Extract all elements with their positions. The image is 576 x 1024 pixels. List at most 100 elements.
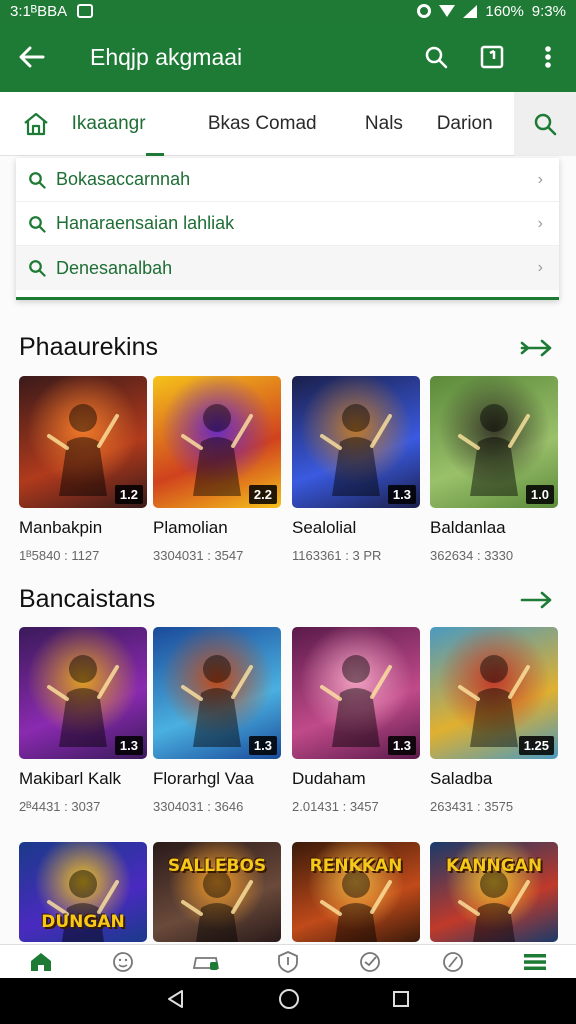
status-time: 3:1ᴮBBA bbox=[10, 2, 68, 20]
nav-shield[interactable] bbox=[268, 947, 308, 977]
section-title: Bancaistans bbox=[19, 585, 156, 613]
game-card[interactable]: 1.0 Baldanlaa 362634 : 3330 bbox=[430, 376, 558, 563]
wifi-icon bbox=[439, 5, 456, 17]
sync-icon bbox=[417, 4, 432, 18]
game-card[interactable]: 1.3 Makibarl Kalk 2ᴮ4431 : 3037 bbox=[19, 627, 147, 814]
suggestion-item[interactable]: Hanaraensaian lahliak › bbox=[16, 202, 559, 246]
game-meta: 2ᴮ4431 : 3037 bbox=[19, 799, 101, 814]
game-art-title: RENKKAN bbox=[309, 856, 403, 876]
suggestion-text: Hanaraensaian lahliak bbox=[56, 213, 235, 233]
game-meta: 362634 : 3330 bbox=[430, 548, 514, 563]
system-home-button[interactable] bbox=[278, 988, 300, 1015]
game-meta: 3304031 : 3547 bbox=[153, 548, 244, 563]
search-suggestions: Bokasaccarnnah › Hanaraensaian lahliak ›… bbox=[16, 158, 559, 300]
game-card[interactable]: RENKKAN bbox=[292, 842, 420, 942]
game-thumbnail: KANNGAN bbox=[430, 842, 558, 942]
tab-search-button[interactable] bbox=[514, 91, 576, 156]
game-card[interactable]: 1.2 Manbakpin 1ᴮ5840 : 1127 bbox=[19, 376, 147, 563]
nav-menu[interactable] bbox=[515, 947, 555, 977]
chevron-right-icon: › bbox=[537, 214, 543, 232]
search-icon bbox=[29, 260, 46, 277]
game-title: Plamolian bbox=[153, 518, 228, 537]
game-title: Baldanlaa bbox=[430, 518, 506, 537]
system-navigation-bar bbox=[0, 978, 576, 1024]
nav-check[interactable] bbox=[350, 947, 390, 977]
nav-games[interactable] bbox=[186, 947, 226, 977]
triangle-back-icon bbox=[168, 989, 183, 1008]
search-button[interactable] bbox=[408, 22, 464, 92]
rating-badge: 1.2 bbox=[114, 485, 143, 504]
home-icon bbox=[31, 952, 52, 971]
nav-compass[interactable] bbox=[433, 947, 473, 977]
shield-icon bbox=[278, 950, 298, 973]
filter-button[interactable] bbox=[464, 22, 520, 92]
game-card[interactable]: 1.3 Dudaham 2.01431 : 3457 bbox=[292, 627, 420, 814]
game-card[interactable]: 1.25 Saladba 263431 : 3575 bbox=[430, 627, 558, 814]
tab-home[interactable] bbox=[0, 92, 72, 156]
check-circle-icon bbox=[360, 951, 381, 972]
tab-2[interactable]: Nals bbox=[365, 92, 431, 156]
app-bar: Ehqjp akgmaai bbox=[0, 22, 576, 92]
rating-badge: 2.2 bbox=[248, 485, 277, 504]
game-thumbnail: 1.25 bbox=[430, 627, 558, 759]
menu-icon bbox=[523, 953, 546, 970]
game-card[interactable]: SALLEBOS bbox=[153, 842, 281, 942]
game-card[interactable]: 1.3 Sealolial 1163361 : 3 PR bbox=[292, 376, 420, 563]
game-card[interactable]: DUNGAN bbox=[19, 842, 147, 942]
game-thumbnail: SALLEBOS bbox=[153, 842, 281, 942]
rating-badge: 1.3 bbox=[248, 736, 277, 755]
game-title: Manbakpin bbox=[19, 518, 103, 537]
search-icon bbox=[534, 113, 557, 135]
rating-badge: 1.25 bbox=[518, 736, 554, 755]
game-card[interactable]: KANNGAN bbox=[430, 842, 558, 942]
suggestion-item[interactable]: Denesanalbah › bbox=[16, 246, 559, 290]
suggestion-item[interactable]: Bokasaccarnnah › bbox=[16, 158, 559, 202]
game-thumbnail: 2.2 bbox=[153, 376, 281, 508]
nav-home[interactable] bbox=[21, 947, 61, 977]
home-outline-icon bbox=[24, 112, 48, 135]
tab-label: Ikaaangr bbox=[71, 112, 146, 134]
gamepad-icon bbox=[192, 956, 219, 970]
rating-badge: 1.0 bbox=[525, 485, 554, 504]
tab-3[interactable]: Darion bbox=[437, 92, 514, 156]
game-thumbnail: 1.0 bbox=[430, 376, 558, 508]
search-icon bbox=[425, 46, 448, 69]
game-title: Makibarl Kalk bbox=[19, 769, 122, 788]
tab-0[interactable]: Ikaaangr bbox=[72, 92, 184, 156]
game-art-title: SALLEBOS bbox=[167, 856, 267, 876]
back-button[interactable] bbox=[0, 22, 64, 92]
signal-icon bbox=[463, 4, 478, 18]
compass-icon bbox=[442, 951, 463, 972]
game-card[interactable]: 1.3 Florarhgl Vaa 3304031 : 3646 bbox=[153, 627, 281, 814]
game-card[interactable]: 2.2 Plamolian 3304031 : 3547 bbox=[153, 376, 281, 563]
game-meta: 3304031 : 3646 bbox=[153, 799, 244, 814]
suggestion-text: Denesanalbah bbox=[56, 257, 173, 278]
system-recents-button[interactable] bbox=[392, 990, 410, 1013]
square-recents-icon bbox=[393, 990, 409, 1007]
section-title: Phaaurekins bbox=[19, 333, 158, 361]
game-meta: 1163361 : 3 PR bbox=[292, 548, 382, 563]
see-all-button[interactable] bbox=[520, 590, 554, 615]
tab-bar: Ikaaangr Bkas Comad Nals Darion bbox=[0, 91, 576, 156]
nav-face[interactable] bbox=[103, 947, 143, 977]
rating-badge: 1.3 bbox=[387, 736, 416, 755]
overflow-menu-button[interactable] bbox=[520, 22, 576, 92]
game-thumbnail: 1.3 bbox=[19, 627, 147, 759]
game-thumbnail: 1.3 bbox=[153, 627, 281, 759]
status-bar: 3:1ᴮBBA 160% 9:3% bbox=[0, 0, 576, 22]
game-thumbnail: DUNGAN bbox=[19, 842, 147, 942]
see-all-button[interactable] bbox=[520, 338, 554, 363]
arrow-right-icon bbox=[520, 591, 552, 609]
tab-label: Nals bbox=[364, 112, 403, 134]
game-art-title: DUNGAN bbox=[41, 912, 125, 932]
circle-home-icon bbox=[279, 988, 299, 1009]
game-title: Florarhgl Vaa bbox=[153, 769, 254, 788]
system-back-button[interactable] bbox=[166, 989, 186, 1014]
search-icon bbox=[29, 215, 46, 233]
arrow-right-icon bbox=[520, 339, 552, 357]
rating-badge: 1.3 bbox=[114, 736, 143, 755]
game-title: Saladba bbox=[430, 769, 493, 788]
game-thumbnail: 1.2 bbox=[19, 376, 147, 508]
tab-1[interactable]: Bkas Comad bbox=[208, 92, 353, 156]
face-icon bbox=[113, 951, 134, 972]
